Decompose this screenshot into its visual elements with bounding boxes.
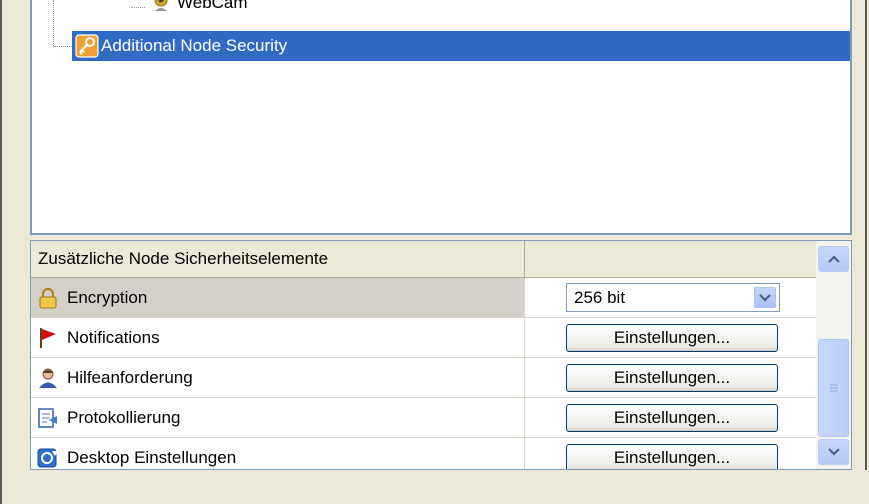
property-label: Notifications bbox=[67, 327, 160, 347]
protokollierung-settings-button[interactable]: Einstellungen... bbox=[566, 404, 778, 432]
property-row-desktop-einstellungen[interactable]: Desktop Einstellungen Einstellungen... bbox=[31, 438, 816, 469]
property-label: Hilfeanforderung bbox=[67, 367, 193, 387]
grid-header-title: Zusätzliche Node Sicherheitselemente bbox=[31, 241, 525, 277]
property-name-cell: Encryption bbox=[31, 278, 525, 317]
property-row-protokollierung[interactable]: Protokollierung Einstellungen... bbox=[31, 398, 816, 438]
tree-item-webcam[interactable]: WebCam bbox=[151, 0, 248, 16]
tree-item-additional-node-security[interactable]: Additional Node Security bbox=[72, 31, 850, 61]
dropdown-value: 256 bit bbox=[574, 287, 626, 307]
tree-item-label: Additional Node Security bbox=[101, 36, 288, 55]
security-properties-grid: Zusätzliche Node Sicherheitselemente Enc… bbox=[30, 240, 852, 470]
property-label: Desktop Einstellungen bbox=[67, 447, 237, 467]
dropdown-button[interactable] bbox=[754, 287, 776, 308]
tree-item-label: WebCam bbox=[177, 0, 248, 12]
notifications-settings-button[interactable]: Einstellungen... bbox=[566, 324, 778, 352]
node-tree-view[interactable]: WebCam Additional Node Security bbox=[30, 0, 852, 235]
property-name-cell: Protokollierung bbox=[31, 398, 525, 437]
property-row-encryption[interactable]: Encryption 256 bit bbox=[31, 278, 816, 318]
chevron-down-icon bbox=[827, 448, 840, 456]
red-flag-icon bbox=[40, 327, 56, 348]
window-border-left bbox=[0, 0, 2, 504]
vertical-scrollbar[interactable] bbox=[816, 241, 851, 469]
property-row-notifications[interactable]: Notifications Einstellungen... bbox=[31, 318, 816, 358]
tree-connector-line bbox=[54, 46, 72, 47]
scroll-up-button[interactable] bbox=[818, 246, 849, 272]
property-label: Encryption bbox=[67, 287, 148, 307]
webcam-icon bbox=[154, 0, 168, 11]
window-border-right bbox=[865, 0, 867, 470]
user-icon bbox=[39, 368, 57, 388]
grid-header: Zusätzliche Node Sicherheitselemente bbox=[31, 241, 816, 278]
tree-connector-line bbox=[53, 0, 54, 46]
scroll-down-button[interactable] bbox=[818, 439, 849, 465]
encryption-dropdown[interactable]: 256 bit bbox=[566, 283, 780, 312]
log-icon bbox=[38, 407, 57, 428]
key-icon bbox=[75, 34, 99, 58]
desktop-settings-icon bbox=[37, 448, 58, 467]
property-name-cell: Hilfeanforderung bbox=[31, 358, 525, 397]
tree-connector-line bbox=[131, 7, 145, 8]
grip-icon bbox=[829, 384, 838, 392]
desktop-einstellungen-settings-button[interactable]: Einstellungen... bbox=[566, 444, 778, 469]
property-label: Protokollierung bbox=[67, 407, 181, 427]
chevron-down-icon bbox=[759, 293, 771, 302]
scroll-thumb[interactable] bbox=[818, 339, 849, 437]
chevron-up-icon bbox=[827, 255, 840, 263]
hilfeanforderung-settings-button[interactable]: Einstellungen... bbox=[566, 364, 778, 392]
property-row-hilfeanforderung[interactable]: Hilfeanforderung Einstellungen... bbox=[31, 358, 816, 398]
property-name-cell: Desktop Einstellungen bbox=[31, 438, 525, 469]
property-name-cell: Notifications bbox=[31, 318, 525, 357]
lock-icon bbox=[39, 287, 57, 308]
